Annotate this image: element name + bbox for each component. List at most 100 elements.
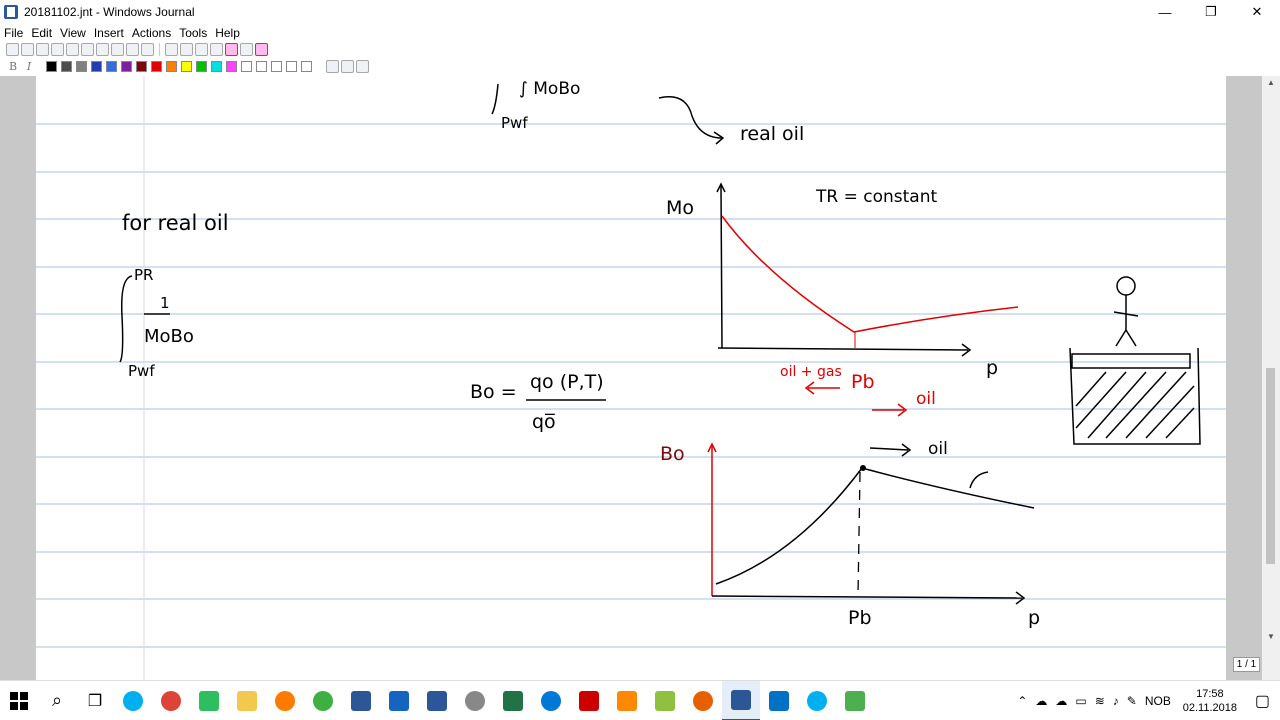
task-view-icon: ❐ (87, 692, 103, 710)
mu-x-axis (717, 347, 969, 351)
pen-color-swatch[interactable] (46, 61, 57, 72)
taskbar-app-13[interactable] (456, 681, 494, 720)
pen-color-swatch[interactable] (166, 61, 177, 72)
taskbar-sync-app[interactable] (304, 681, 342, 720)
skype-business-icon (807, 690, 827, 711)
task-view-button[interactable]: ❐ (76, 681, 114, 720)
taskbar-evernote[interactable] (190, 681, 228, 720)
pen-icon[interactable] (165, 43, 178, 56)
save-icon[interactable] (36, 43, 49, 56)
pen-color-swatch[interactable] (211, 61, 222, 72)
taskbar-edge[interactable] (532, 681, 570, 720)
integral-numerator: 1 (160, 294, 170, 312)
pen-color-swatch[interactable] (286, 61, 297, 72)
taskbar-search-app[interactable] (266, 681, 304, 720)
clock[interactable]: 17:58 02.11.2018 (1175, 687, 1245, 715)
taskbar-firefox[interactable] (684, 681, 722, 720)
pen-color-swatch[interactable] (226, 61, 237, 72)
pen-color-swatch[interactable] (151, 61, 162, 72)
tray-chevron-icon[interactable]: ⌃ (1013, 694, 1031, 708)
scroll-up-icon[interactable]: ▲ (1266, 78, 1276, 88)
taskbar-chrome[interactable] (152, 681, 190, 720)
menu-edit[interactable]: Edit (27, 26, 56, 40)
taskbar-acrobat[interactable] (570, 681, 608, 720)
battery-icon[interactable]: ▭ (1071, 694, 1090, 708)
pen-color-swatch[interactable] (301, 61, 312, 72)
lasso-select-icon[interactable] (225, 43, 238, 56)
eraser-icon[interactable] (210, 43, 223, 56)
find-icon[interactable] (66, 43, 79, 56)
menu-view[interactable]: View (56, 26, 90, 40)
pen-color-swatch[interactable] (256, 61, 267, 72)
notifications-icon[interactable]: ▢ (1245, 691, 1280, 711)
highlighter-icon[interactable] (195, 43, 208, 56)
taskbar-tasks-app[interactable] (380, 681, 418, 720)
edge-icon (541, 690, 561, 711)
language-indicator[interactable]: NOB (1141, 694, 1175, 708)
journal-app-icon[interactable] (4, 5, 18, 19)
paste-icon[interactable] (111, 43, 124, 56)
close-button[interactable]: ✕ (1234, 0, 1280, 24)
sync-icon (313, 690, 333, 711)
print-icon[interactable] (51, 43, 64, 56)
taskbar-floppy-app[interactable] (342, 681, 380, 720)
pen-color-swatch[interactable] (61, 61, 72, 72)
menu-tools[interactable]: Tools (175, 26, 211, 40)
menu-help[interactable]: Help (211, 26, 244, 40)
undo-icon[interactable] (126, 43, 139, 56)
pen-color-swatch[interactable] (106, 61, 117, 72)
pan-hand-icon[interactable] (326, 60, 339, 73)
pen-color-swatch[interactable] (271, 61, 282, 72)
search-button[interactable]: ⌕ (38, 681, 76, 720)
pen-color-swatch[interactable] (136, 61, 147, 72)
integral-upper-limit: PR (134, 266, 153, 284)
excel-icon (503, 690, 523, 711)
pen-color-swatch[interactable] (241, 61, 252, 72)
top-integral-text: ∫ MoBo (519, 79, 580, 99)
taskbar-outlook[interactable] (760, 681, 798, 720)
taskbar-vlc[interactable] (608, 681, 646, 720)
start-button[interactable] (0, 681, 38, 720)
zoom-out-icon[interactable] (356, 60, 369, 73)
onedrive-icon[interactable]: ☁ (1031, 694, 1051, 708)
minimize-button[interactable]: — (1142, 0, 1188, 24)
menu-insert[interactable]: Insert (90, 26, 128, 40)
taskbar-notepadpp[interactable] (646, 681, 684, 720)
taskbar-file-explorer[interactable] (228, 681, 266, 720)
redo-icon[interactable] (141, 43, 154, 56)
cloud-icon[interactable]: ☁ (1051, 694, 1071, 708)
zoom-in-icon[interactable] (341, 60, 354, 73)
vlc-icon (617, 690, 637, 711)
insert-space-icon[interactable] (240, 43, 253, 56)
pen-color-swatch[interactable] (196, 61, 207, 72)
pen-dropdown-icon[interactable] (180, 43, 193, 56)
bold-button[interactable]: B (6, 60, 20, 74)
new-note-icon[interactable] (6, 43, 19, 56)
cut-icon[interactable] (81, 43, 94, 56)
pen-color-swatch[interactable] (121, 61, 132, 72)
menu-file[interactable]: File (0, 26, 27, 40)
network-icon[interactable]: ≋ (1091, 694, 1109, 708)
taskbar-camtasia[interactable] (836, 681, 874, 720)
italic-button[interactable]: I (22, 60, 36, 74)
copy-icon[interactable] (96, 43, 109, 56)
open-icon[interactable] (21, 43, 34, 56)
taskbar-skype[interactable] (114, 681, 152, 720)
vertical-scrollbar[interactable]: ▲ ▼ (1262, 76, 1280, 680)
pen-color-swatch[interactable] (91, 61, 102, 72)
volume-icon[interactable]: ♪ (1109, 694, 1123, 708)
scroll-thumb[interactable] (1266, 368, 1275, 564)
pen-color-swatch[interactable] (76, 61, 87, 72)
taskbar-word[interactable] (418, 681, 456, 720)
scroll-down-icon[interactable]: ▼ (1266, 632, 1276, 642)
pen-ink-icon[interactable]: ✎ (1123, 694, 1141, 708)
flag-icon[interactable] (255, 43, 268, 56)
maximize-button[interactable]: ❐ (1188, 0, 1234, 24)
small-curve-mark (969, 471, 989, 489)
menu-actions[interactable]: Actions (128, 26, 175, 40)
taskbar-journal[interactable] (722, 680, 760, 720)
taskbar-skype-business[interactable] (798, 681, 836, 720)
note-page[interactable]: ∫ MoBo Pwf real oil for real oil PR 1 Mo… (36, 76, 1226, 680)
taskbar-excel[interactable] (494, 681, 532, 720)
pen-color-swatch[interactable] (181, 61, 192, 72)
